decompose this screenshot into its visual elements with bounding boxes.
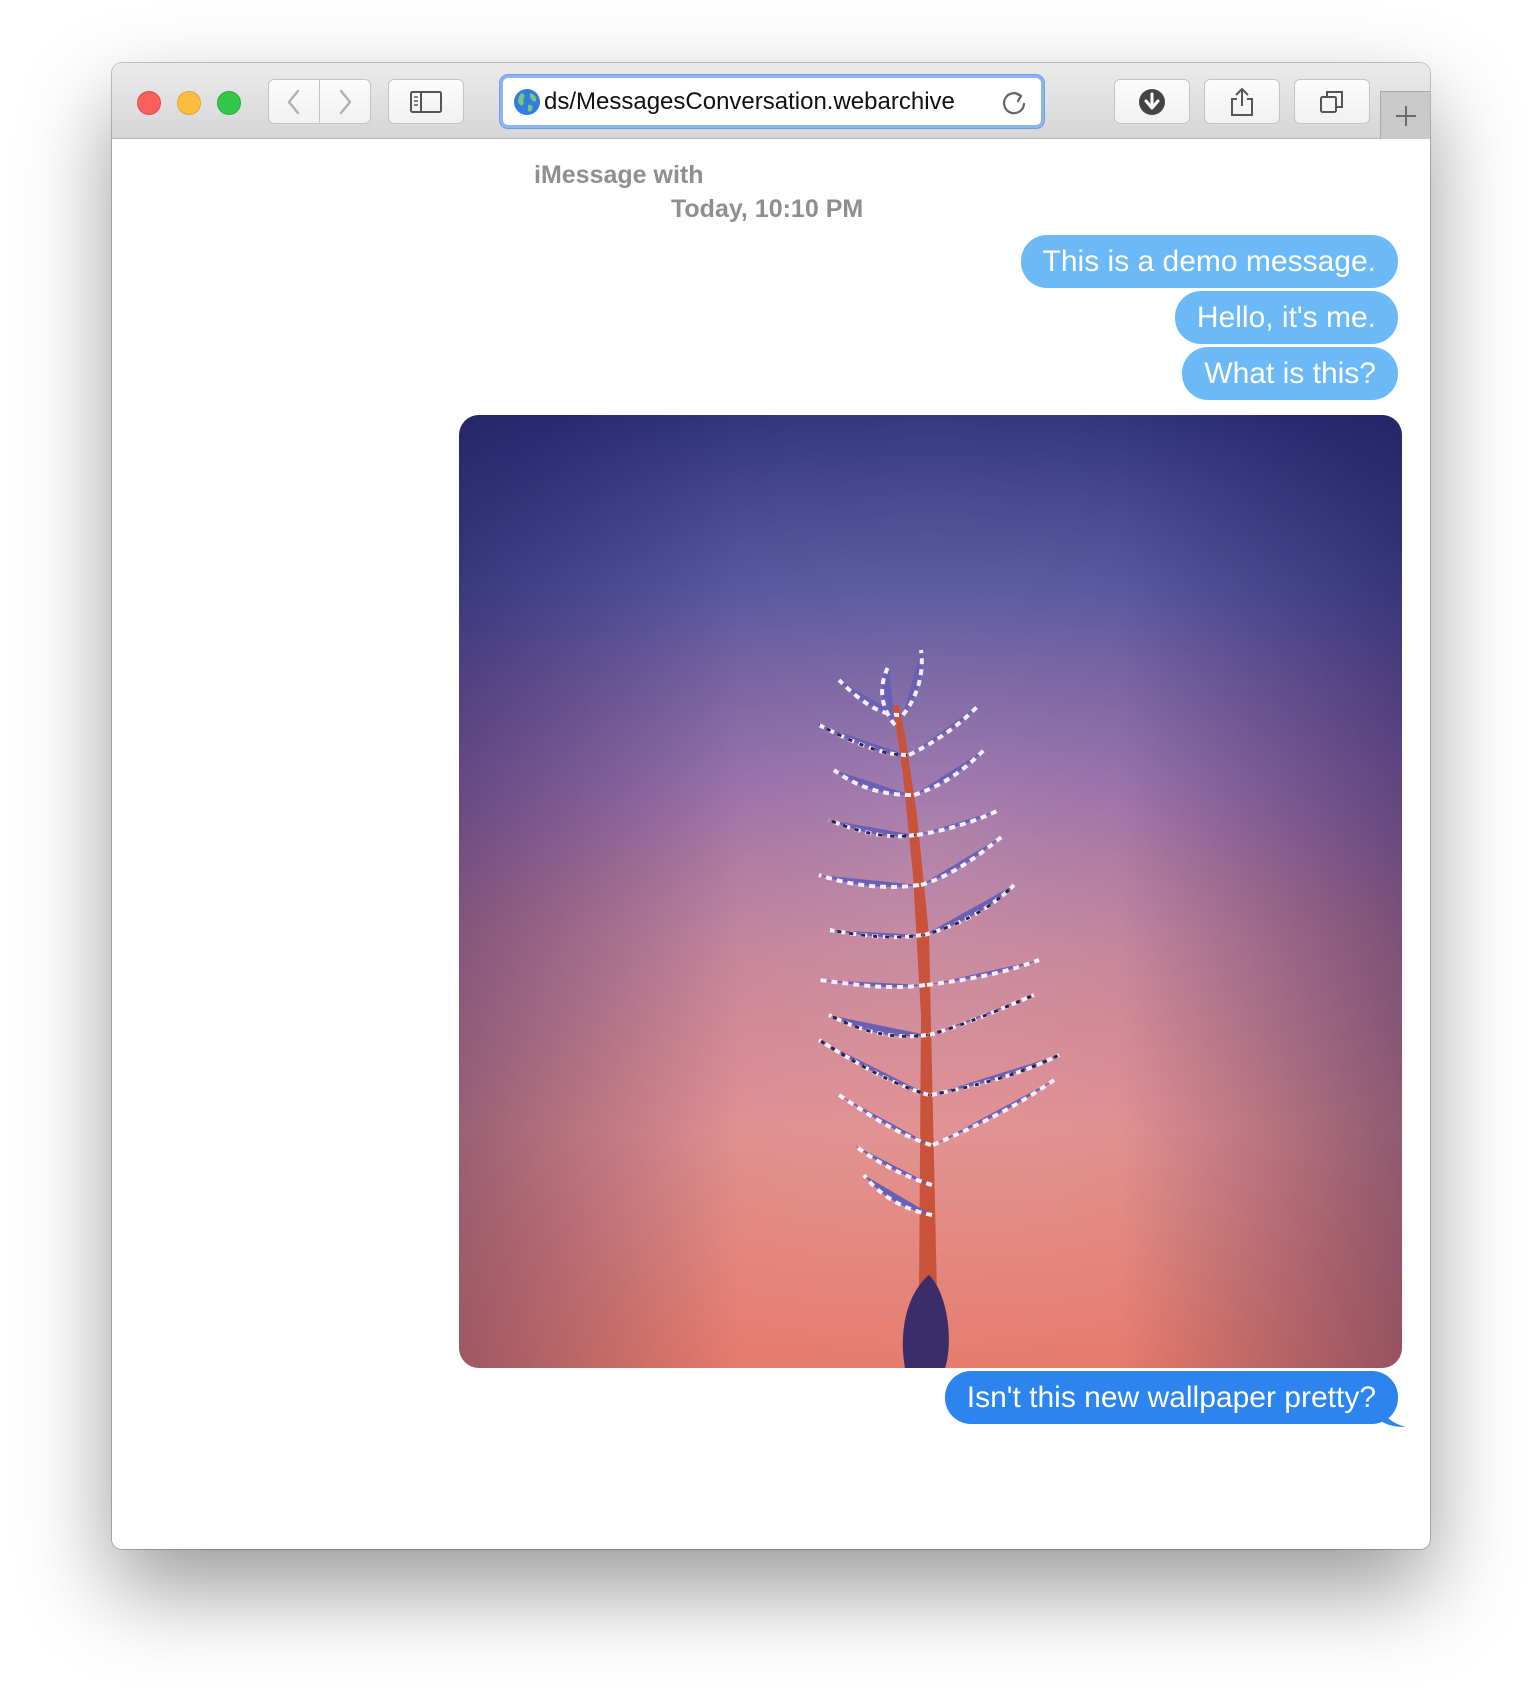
conversation-header: iMessage with bbox=[534, 161, 704, 189]
back-button[interactable] bbox=[268, 79, 320, 124]
minimize-window-button[interactable] bbox=[177, 91, 201, 115]
chevron-left-icon bbox=[287, 89, 300, 114]
message-bubble-last[interactable]: Isn't this new wallpaper pretty? bbox=[944, 1371, 1398, 1424]
toolbar: ds/MessagesConversation.webarchive bbox=[112, 63, 1430, 139]
conversation-view: iMessage with Today, 10:10 PM This is a … bbox=[112, 139, 1430, 1549]
downloads-button[interactable] bbox=[1114, 79, 1190, 124]
reload-icon[interactable] bbox=[999, 87, 1029, 117]
plus-icon bbox=[1395, 105, 1416, 126]
address-bar[interactable]: ds/MessagesConversation.webarchive bbox=[500, 75, 1044, 128]
conversation-timestamp: Today, 10:10 PM bbox=[671, 195, 864, 223]
browser-window: ds/MessagesConversation.webarchive iMess… bbox=[112, 63, 1430, 1549]
download-icon bbox=[1139, 88, 1165, 115]
forward-button[interactable] bbox=[319, 79, 371, 124]
share-icon bbox=[1231, 87, 1253, 116]
zoom-window-button[interactable] bbox=[217, 91, 241, 115]
close-window-button[interactable] bbox=[137, 91, 161, 115]
globe-icon bbox=[514, 88, 540, 115]
message-bubble[interactable]: This is a demo message. bbox=[1020, 235, 1398, 288]
sidebar-button[interactable] bbox=[388, 79, 464, 124]
message-bubble[interactable]: What is this? bbox=[1182, 347, 1398, 400]
show-tabs-button[interactable] bbox=[1294, 79, 1370, 124]
url-text: ds/MessagesConversation.webarchive bbox=[544, 87, 955, 115]
share-button[interactable] bbox=[1204, 79, 1280, 124]
chevron-right-icon bbox=[339, 89, 352, 114]
tabs-icon bbox=[1320, 90, 1343, 113]
bubble-tail-icon bbox=[1376, 1397, 1406, 1427]
new-tab-button[interactable] bbox=[1380, 91, 1430, 139]
message-image[interactable] bbox=[459, 415, 1402, 1368]
wallpaper-photo bbox=[459, 415, 1402, 1368]
message-bubble[interactable]: Hello, it's me. bbox=[1174, 291, 1398, 344]
sidebar-icon bbox=[410, 90, 442, 113]
